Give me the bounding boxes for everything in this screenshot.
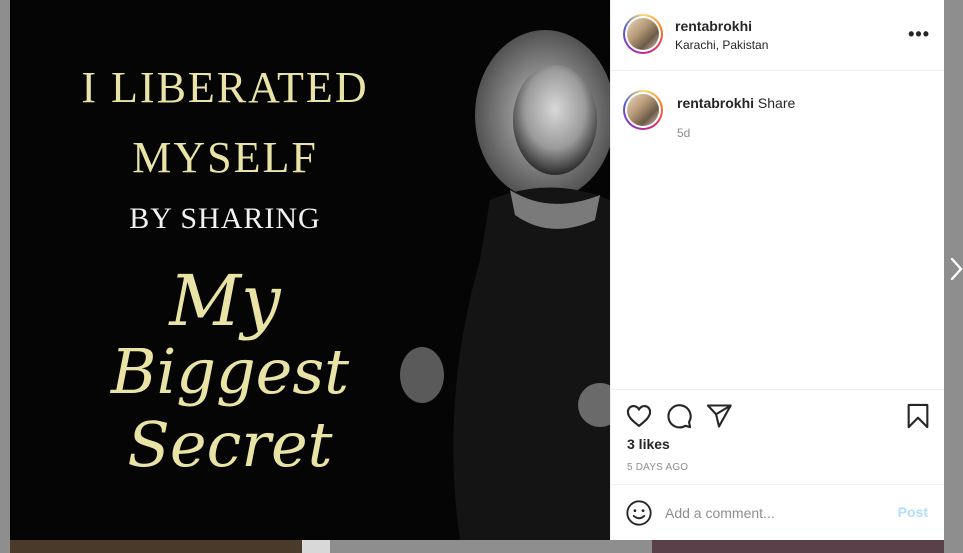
post-date[interactable]: 5 DAYS AGO xyxy=(627,462,688,473)
caption-username[interactable]: rentabrokhi xyxy=(677,95,754,111)
more-options-button[interactable]: ••• xyxy=(908,24,930,45)
comment-icon[interactable] xyxy=(665,402,693,430)
image-text-line: I LIBERATED xyxy=(81,63,369,112)
caption-text: rentabrokhi Share xyxy=(677,95,795,111)
post-location[interactable]: Karachi, Pakistan xyxy=(675,38,768,52)
image-text-line: My xyxy=(169,260,281,342)
avatar[interactable] xyxy=(623,14,663,54)
image-text-line: MYSELF xyxy=(132,133,318,182)
image-text-line: Biggest Secret xyxy=(110,335,350,481)
comment-input[interactable] xyxy=(665,501,885,525)
author-username[interactable]: rentabrokhi xyxy=(675,18,752,34)
background-thumbnail xyxy=(10,540,302,553)
comment-bar: Post xyxy=(611,484,944,540)
avatar-image xyxy=(627,18,659,50)
bookmark-icon[interactable] xyxy=(904,402,932,430)
post-image[interactable]: I LIBERATED MYSELF BY SHARING My Biggest… xyxy=(10,0,610,540)
chevron-right-icon[interactable] xyxy=(950,255,963,283)
post-actions: 3 likes 5 DAYS AGO xyxy=(611,389,944,484)
post-caption: rentabrokhi Share 5d xyxy=(611,71,944,389)
caption-body: Share xyxy=(757,95,796,111)
image-text-line: BY SHARING xyxy=(129,202,321,235)
avatar-image xyxy=(627,94,659,126)
avatar-ring xyxy=(625,16,661,52)
share-icon[interactable] xyxy=(705,402,733,430)
post-comment-button[interactable]: Post xyxy=(898,504,928,520)
likes-count[interactable]: 3 likes xyxy=(627,436,670,452)
heart-icon[interactable] xyxy=(625,402,653,430)
caption-timestamp[interactable]: 5d xyxy=(677,126,690,140)
avatar[interactable] xyxy=(623,90,663,130)
background-thumbnail xyxy=(652,540,944,553)
post-sidebar: rentabrokhi Karachi, Pakistan ••• rentab… xyxy=(610,0,944,540)
post-header: rentabrokhi Karachi, Pakistan ••• xyxy=(611,0,944,71)
emoji-icon[interactable] xyxy=(625,499,653,527)
background-thumbnail xyxy=(302,540,330,553)
avatar-ring xyxy=(625,92,661,128)
